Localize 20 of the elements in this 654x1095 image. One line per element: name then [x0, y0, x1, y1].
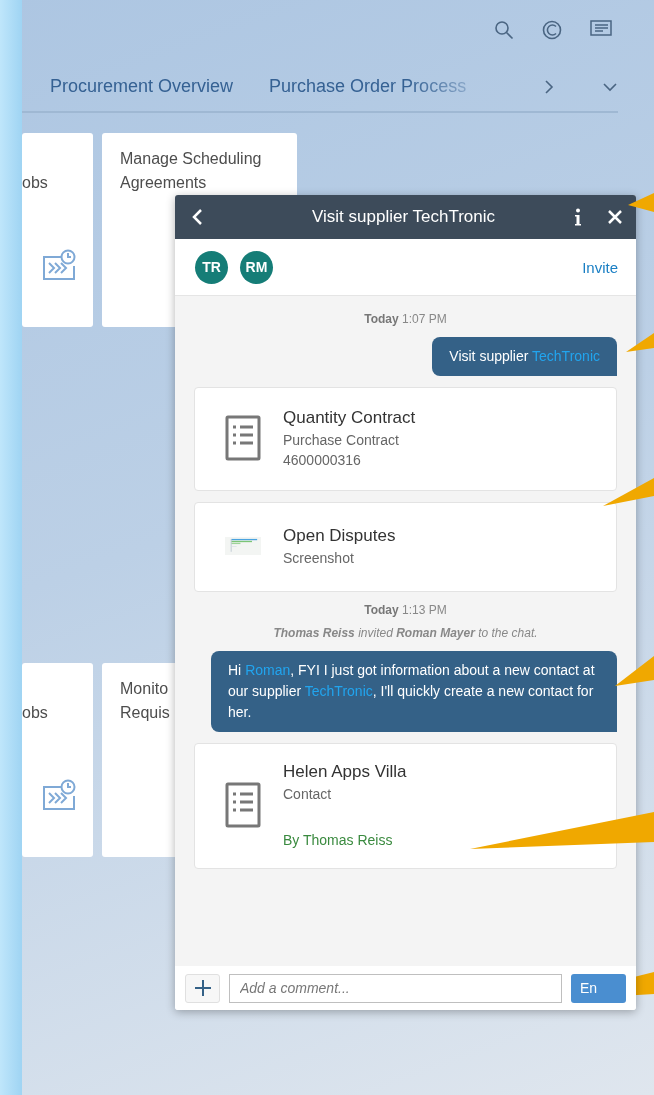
card-subtitle: Purchase Contract — [283, 432, 400, 448]
system-message: Thomas Reiss invited Roman Mayer to the chat. — [272, 626, 539, 640]
tile-title: obs — [22, 173, 48, 193]
card-detail: 4600000316 — [283, 452, 362, 468]
tile-title: Manage Scheduling — [120, 149, 262, 169]
timestamp: Today 1:13 PM — [363, 603, 448, 617]
tile-title: obs — [22, 703, 48, 723]
card-title: Helen Apps Villa — [283, 762, 407, 782]
tile-title: Requis — [120, 703, 170, 723]
card-title: Quantity Contract — [283, 408, 416, 428]
message-bubble: Hi Roman, FYI I just got information about a new contact at our supplier TechTronic, I'll quickly create a new contact for her. — [211, 651, 617, 732]
chat-title: Visit supplier TechTronic — [311, 207, 496, 227]
tile-title: Agreements — [120, 173, 207, 193]
card-author: By Thomas Reiss — [283, 832, 394, 848]
card-subtitle: Screenshot — [283, 550, 355, 566]
card-title: Open Disputes — [283, 526, 396, 546]
card-subtitle: Contact — [283, 786, 333, 802]
tile-title: Monito — [120, 679, 169, 699]
timestamp: Today 1:07 PM — [363, 312, 448, 326]
message-bubble: Visit supplier TechTronic — [432, 337, 617, 376]
